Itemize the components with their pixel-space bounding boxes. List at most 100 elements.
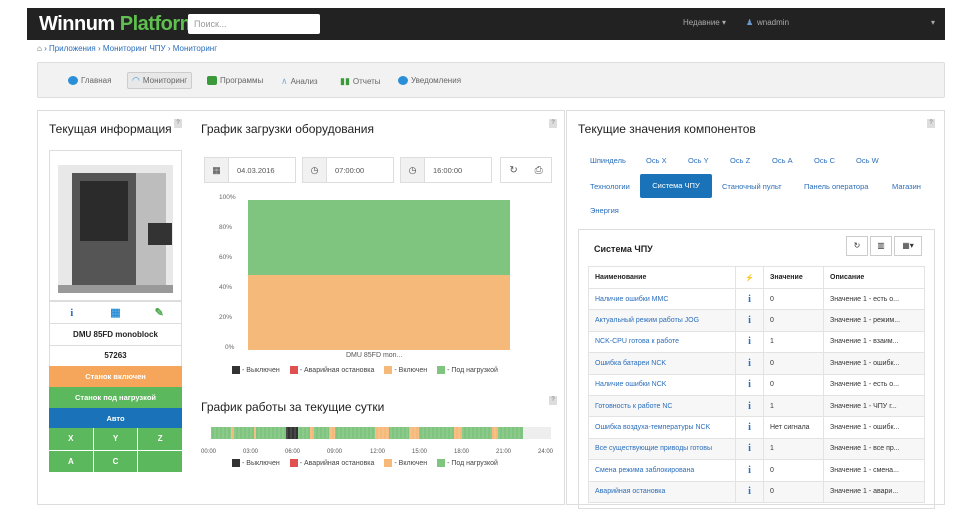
cell-description: Значение 1 - авари...: [823, 480, 925, 503]
nav-programs[interactable]: Программы: [207, 76, 263, 85]
info-icon[interactable]: i: [735, 459, 764, 482]
info-icon[interactable]: i: [735, 480, 764, 503]
cell-name[interactable]: Ошибка воздуха-температуры NCK: [588, 416, 736, 439]
timeline-segment: [329, 427, 335, 439]
time-tick: 24:00: [538, 449, 554, 455]
machine-model: DMU 85FD monoblock: [49, 324, 182, 346]
timeline-segment: [231, 427, 234, 439]
daily-timeline: [211, 427, 551, 439]
tab-cnc-system[interactable]: Система ЧПУ: [640, 174, 712, 198]
mode-badge: Авто: [49, 408, 182, 429]
nav-monitoring[interactable]: ◠ Мониторинг: [127, 72, 193, 89]
logo[interactable]: Winnum Platform: [39, 13, 197, 36]
user-menu[interactable]: wnadmin: [757, 18, 789, 27]
timeline-segment: [298, 427, 310, 439]
info-icon[interactable]: i: [735, 330, 764, 354]
analysis-icon: ∧: [281, 76, 288, 86]
nav-reports[interactable]: ▮▮ Отчеты: [340, 76, 381, 87]
info-icon[interactable]: i: [735, 287, 764, 311]
help-icon[interactable]: ?: [549, 119, 557, 128]
cell-name[interactable]: NCK-CPU готова к работе: [588, 330, 736, 354]
y-tick: 60%: [219, 254, 233, 261]
program-icon: [207, 76, 217, 85]
chart-tools: ↻ ⎙: [500, 157, 552, 183]
axis-empty: [138, 450, 182, 472]
date-field[interactable]: ▦ 04.03.2016: [204, 157, 296, 183]
breadcrumb-item[interactable]: Мониторинг ЧПУ: [103, 44, 166, 53]
search-input[interactable]: Поиск...: [188, 14, 320, 34]
cell-name[interactable]: Аварийная остановка: [588, 480, 736, 503]
nav-analysis[interactable]: ∧ Анализ: [281, 76, 318, 87]
col-name[interactable]: Наименование: [588, 266, 736, 289]
col-flag[interactable]: ⚡: [735, 266, 764, 289]
cell-name[interactable]: Все существующие приводы готовы: [588, 437, 736, 461]
time-to-field[interactable]: ◷ 16:00:00: [400, 157, 492, 183]
info-icon[interactable]: i: [735, 352, 764, 375]
info-icon[interactable]: i: [50, 302, 94, 323]
tab-operator-panel[interactable]: Панель оператора: [804, 182, 868, 191]
view-menu-button[interactable]: ▦▾: [894, 236, 922, 256]
timeline-segment: [419, 427, 454, 439]
home-icon: [68, 76, 78, 85]
time-from-field[interactable]: ◷ 07:00:00: [302, 157, 394, 183]
components-title: Текущие значения компонентов: [578, 122, 756, 136]
legend-item: - Под нагрузкой: [437, 366, 498, 374]
axes-grid: X Y Z A C: [49, 428, 182, 472]
home-icon[interactable]: ⌂: [37, 44, 42, 53]
recent-menu[interactable]: Недавние ▾: [683, 18, 726, 27]
y-tick: 40%: [219, 284, 233, 291]
table-row: Аварийная остановка i 0 Значение 1 - авари.…: [588, 480, 925, 503]
axis-a: A: [49, 450, 93, 472]
help-icon[interactable]: ?: [549, 396, 557, 405]
cell-name[interactable]: Смена режима заблокирована: [588, 459, 736, 482]
tab-magazine[interactable]: Магазин: [892, 182, 921, 191]
refresh-icon[interactable]: ↻: [509, 165, 517, 176]
tab-axis-x[interactable]: Ось X: [646, 156, 667, 165]
tab-machine-panel[interactable]: Станочный пульт: [722, 182, 782, 191]
tab-technology[interactable]: Технологии: [590, 182, 630, 191]
help-icon[interactable]: ?: [927, 119, 935, 128]
grid-icon[interactable]: ▦: [94, 302, 138, 323]
time-tick: 15:00: [412, 449, 428, 455]
cell-name[interactable]: Ошибка батареи NCK: [588, 352, 736, 375]
breadcrumb-item[interactable]: Приложения: [49, 44, 96, 53]
info-icon[interactable]: i: [735, 416, 764, 439]
cell-description: Значение 1 - все пр...: [823, 437, 925, 461]
info-icon[interactable]: i: [735, 309, 764, 332]
cell-description: Значение 1 - ЧПУ г...: [823, 394, 925, 418]
tab-axis-c[interactable]: Ось C: [814, 156, 835, 165]
tab-axis-w[interactable]: Ось W: [856, 156, 879, 165]
breadcrumb-item[interactable]: Мониторинг: [173, 44, 217, 53]
cell-name[interactable]: Актуальный режим работы JOG: [588, 309, 736, 332]
table-header: Наименование ⚡ Значение Описание: [588, 266, 925, 289]
table-row: Все существующие приводы готовы i 1 Значени…: [588, 437, 925, 461]
tab-spindle[interactable]: Шпиндель: [590, 156, 626, 165]
user-icon: ♟: [746, 18, 754, 27]
cell-value: 0: [763, 459, 824, 482]
refresh-button[interactable]: ↻: [846, 236, 868, 256]
col-value[interactable]: Значение: [763, 266, 824, 289]
tab-axis-a[interactable]: Ось A: [772, 156, 793, 165]
nav-home[interactable]: Главная: [68, 76, 111, 85]
cell-name[interactable]: Готовность к работе NC: [588, 394, 736, 418]
cell-name[interactable]: Наличие ошибки ММС: [588, 287, 736, 311]
cell-name[interactable]: Наличие ошибки NCK: [588, 373, 736, 396]
info-icon[interactable]: i: [735, 437, 764, 461]
info-icon[interactable]: i: [735, 394, 764, 418]
table-row: Наличие ошибки NCK i 0 Значение 1 - есть о.…: [588, 373, 925, 396]
user-caret-icon[interactable]: ▾: [931, 18, 935, 27]
nav-notifications[interactable]: Уведомления: [398, 76, 461, 85]
help-icon[interactable]: ?: [174, 119, 182, 128]
leaf-icon[interactable]: ✎: [137, 302, 181, 323]
print-icon[interactable]: ⎙: [535, 165, 543, 176]
col-description[interactable]: Описание: [823, 266, 925, 289]
gauge-icon: ◠: [132, 75, 140, 85]
timeline-segment: [462, 427, 492, 439]
tab-axis-y[interactable]: Ось Y: [688, 156, 709, 165]
tab-axis-z[interactable]: Ось Z: [730, 156, 750, 165]
tab-energy[interactable]: Энергия: [590, 206, 619, 215]
columns-button[interactable]: ▥: [870, 236, 892, 256]
info-icon[interactable]: i: [735, 373, 764, 396]
timeline-segment: [310, 427, 314, 439]
machine-serial: 57263: [49, 345, 182, 367]
